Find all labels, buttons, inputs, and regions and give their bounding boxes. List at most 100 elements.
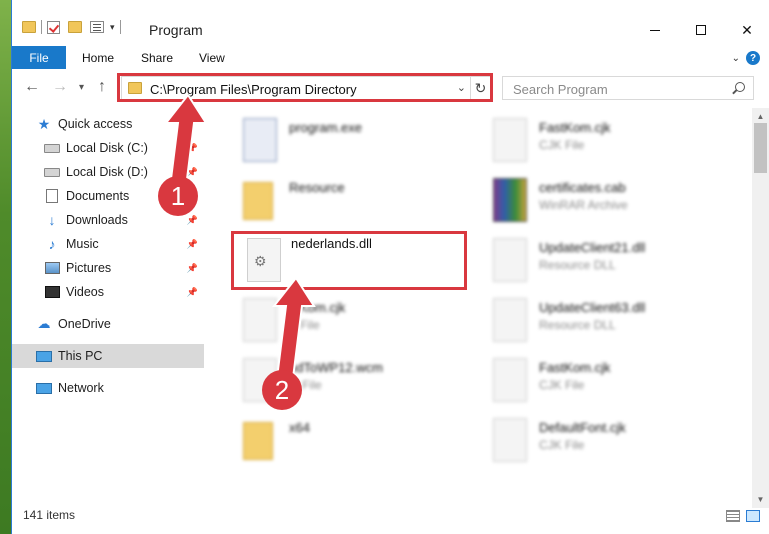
- sidebar-item-label: This PC: [58, 349, 103, 363]
- file-item[interactable]: program.exe: [243, 112, 473, 168]
- cloud-icon: ☁: [37, 316, 51, 331]
- recent-locations-icon[interactable]: ▾: [79, 82, 84, 93]
- tab-file[interactable]: File: [12, 46, 66, 69]
- ribbon-tabs: File Home Share View ⌄ ?: [12, 46, 769, 70]
- back-arrow-icon[interactable]: ←: [24, 78, 40, 96]
- documents-icon: [44, 189, 60, 203]
- file-name: FastKom.cjk: [539, 360, 611, 375]
- folder-item[interactable]: x64: [243, 412, 473, 468]
- sidebar-item-label: Pictures: [66, 261, 112, 275]
- tab-home[interactable]: Home: [82, 51, 114, 65]
- vertical-scrollbar[interactable]: ▲ ▼: [752, 108, 769, 508]
- sidebar-item-videos[interactable]: Videos 📌: [12, 280, 204, 304]
- scroll-thumb[interactable]: [754, 123, 767, 173]
- archive-file-icon: [493, 178, 527, 222]
- close-icon: ✕: [741, 21, 753, 38]
- download-icon: ↓: [48, 212, 56, 228]
- item-count: 141 items: [23, 508, 76, 522]
- file-name: certificates.cab: [539, 180, 626, 195]
- maximize-button[interactable]: [678, 16, 724, 44]
- title-bar: ▾ Program ✕: [12, 0, 769, 46]
- folder-icon[interactable]: [22, 21, 36, 33]
- separator: [41, 20, 42, 34]
- file-explorer-window: ▾ Program ✕ File Home Share View ⌄ ? ← →…: [11, 0, 769, 534]
- properties-icon[interactable]: [90, 21, 104, 33]
- pin-icon[interactable]: 📌: [187, 263, 198, 274]
- ribbon-controls: ⌄ ?: [732, 51, 760, 65]
- file-type: CJK File: [539, 138, 585, 152]
- sidebar-item-network[interactable]: Network: [12, 376, 204, 400]
- sidebar-item-this-pc[interactable]: This PC: [12, 344, 204, 368]
- pin-icon[interactable]: 📌: [187, 239, 198, 250]
- videos-icon: [44, 285, 60, 299]
- star-icon: ★: [37, 115, 51, 132]
- customize-dropdown-icon[interactable]: ▾: [110, 22, 115, 33]
- pin-icon[interactable]: 📌: [187, 287, 198, 298]
- step-badge-2: 2: [262, 370, 302, 410]
- document-file-icon: [493, 358, 527, 402]
- document-file-icon: [493, 118, 527, 162]
- sidebar-item-label: Local Disk (C:): [66, 141, 148, 155]
- help-icon[interactable]: ?: [746, 51, 760, 65]
- file-name: program.exe: [289, 120, 362, 135]
- search-placeholder: Search Program: [513, 82, 608, 97]
- file-name: x64: [289, 420, 310, 435]
- sidebar-item-label: Documents: [66, 189, 130, 203]
- properties-check-icon[interactable]: [47, 20, 60, 34]
- sidebar-item-label: Local Disk (D:): [66, 165, 148, 179]
- minimize-icon: [650, 29, 660, 31]
- folder-icon: [243, 422, 273, 460]
- network-icon: [36, 381, 52, 395]
- file-item[interactable]: DefaultFont.cjk CJK File: [493, 412, 723, 468]
- drive-icon: [44, 165, 60, 179]
- folder-icon: [243, 182, 273, 220]
- tab-view[interactable]: View: [199, 51, 225, 65]
- file-type: Resource DLL: [539, 318, 616, 332]
- file-item[interactable]: certificates.cab WinRAR Archive: [493, 172, 723, 228]
- file-item[interactable]: FastKom.cjk CJK File: [493, 112, 723, 168]
- file-name: Resource: [289, 180, 345, 195]
- dll-file-icon: [493, 238, 527, 282]
- music-icon: ♪: [48, 236, 56, 252]
- sidebar-item-label: Music: [66, 237, 99, 251]
- details-view-icon[interactable]: [726, 510, 740, 522]
- expand-ribbon-icon[interactable]: ⌄: [732, 53, 740, 64]
- dll-file-icon: [493, 298, 527, 342]
- sidebar-item-label: Videos: [66, 285, 104, 299]
- sidebar-item-label: Quick access: [58, 117, 133, 131]
- file-item[interactable]: UpdateClient21.dll Resource DLL: [493, 232, 723, 288]
- search-icon[interactable]: [735, 82, 745, 92]
- search-input[interactable]: Search Program: [502, 76, 754, 100]
- up-arrow-icon[interactable]: ↑: [98, 78, 106, 96]
- minimize-button[interactable]: [632, 16, 678, 44]
- scroll-down-icon[interactable]: ▼: [752, 491, 769, 508]
- pictures-icon: [44, 261, 60, 275]
- file-name: FastKom.cjk: [539, 120, 611, 135]
- folder-item[interactable]: Resource: [243, 172, 473, 228]
- sidebar-item-onedrive[interactable]: ☁ OneDrive: [12, 312, 204, 336]
- computer-icon: [36, 349, 52, 363]
- file-type: Resource DLL: [539, 258, 616, 272]
- file-name: DefaultFont.cjk: [539, 420, 626, 435]
- document-file-icon: [493, 418, 527, 462]
- pin-icon[interactable]: 📌: [187, 215, 198, 226]
- sidebar-item-music[interactable]: ♪ Music 📌: [12, 232, 204, 256]
- sidebar-item-label: Downloads: [66, 213, 128, 227]
- window-title: Program: [149, 22, 203, 38]
- forward-arrow-icon[interactable]: →: [52, 78, 68, 96]
- file-type: CJK File: [539, 438, 585, 452]
- new-folder-icon[interactable]: [68, 21, 82, 33]
- sidebar-item-pictures[interactable]: Pictures 📌: [12, 256, 204, 280]
- annotation-arrow-2: [271, 278, 316, 387]
- close-button[interactable]: ✕: [724, 16, 769, 44]
- file-name: UpdateClient63.dll: [539, 300, 646, 315]
- file-type: WinRAR Archive: [539, 198, 628, 212]
- file-item[interactable]: UpdateClient63.dll Resource DLL: [493, 292, 723, 348]
- drive-icon: [44, 141, 60, 155]
- large-icons-view-icon[interactable]: [746, 510, 760, 522]
- sidebar-item-label: OneDrive: [58, 317, 111, 331]
- file-item[interactable]: FastKom.cjk CJK File: [493, 352, 723, 408]
- step-badge-1: 1: [158, 176, 198, 216]
- view-toggle: [726, 510, 760, 522]
- tab-share[interactable]: Share: [141, 51, 173, 65]
